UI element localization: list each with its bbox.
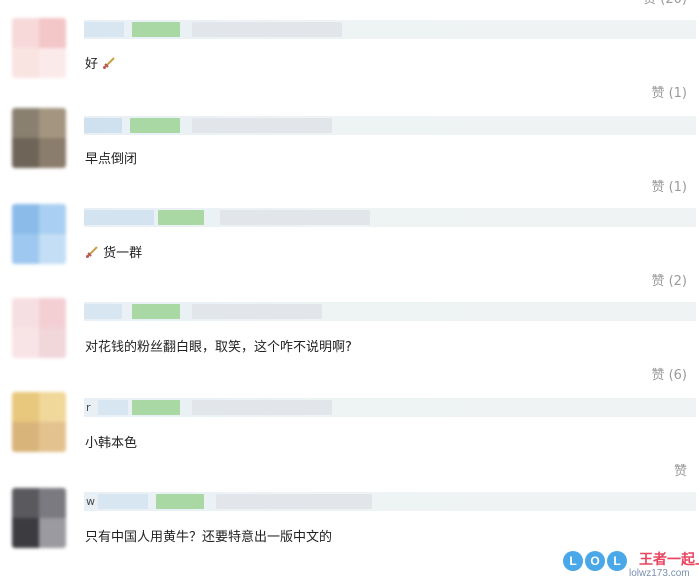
avatar[interactable]: [12, 488, 66, 548]
watermark-letter: O: [585, 551, 605, 571]
username-initial: w: [86, 495, 95, 508]
like-button[interactable]: 赞 (1): [651, 85, 687, 103]
top-like-count[interactable]: 赞 (20): [643, 0, 687, 9]
username-blurred[interactable]: [84, 20, 696, 39]
comment-text: 只有中国人用黄牛？还要特意出一版中文的: [85, 530, 333, 545]
sword-icon: [86, 246, 98, 258]
username-blurred[interactable]: r: [84, 398, 696, 417]
sword-icon: [103, 57, 115, 69]
avatar[interactable]: [12, 392, 66, 452]
username-initial: r: [86, 401, 91, 414]
comment-text: 小韩本色: [85, 436, 138, 451]
like-button[interactable]: 赞 (2): [651, 273, 687, 291]
watermark-url: lolwz173.com: [629, 568, 690, 579]
username-blurred[interactable]: [84, 302, 696, 321]
username-blurred[interactable]: [84, 208, 696, 227]
watermark-letter: L: [563, 551, 583, 571]
like-button[interactable]: 赞 (6): [651, 367, 687, 385]
watermark-title: 王者一起上: [639, 552, 699, 568]
avatar[interactable]: [12, 298, 66, 358]
site-watermark: L O L 王者一起上 lolwz173.com: [563, 547, 699, 581]
watermark-letter: L: [607, 551, 627, 571]
avatar[interactable]: [12, 18, 66, 78]
comment-text: 早点倒闭: [85, 152, 138, 167]
comment-text: 对花钱的粉丝翻白眼，取笑，这个咋不说明啊?: [85, 340, 352, 355]
comment-item: r 小韩本色 赞: [0, 390, 699, 484]
avatar[interactable]: [12, 204, 66, 264]
like-button[interactable]: 赞 (1): [651, 179, 687, 197]
comment-item: 好 赞 (1): [0, 14, 699, 108]
comment-item: 货一群 赞 (2): [0, 202, 699, 296]
username-blurred[interactable]: w: [84, 492, 696, 511]
comment-item: 早点倒闭 赞 (1): [0, 108, 699, 202]
avatar[interactable]: [12, 108, 66, 168]
comment-text: 货一群: [85, 245, 142, 263]
username-blurred[interactable]: [84, 116, 696, 135]
comment-item: 对花钱的粉丝翻白眼，取笑，这个咋不说明啊? 赞 (6): [0, 296, 699, 390]
like-button[interactable]: 赞: [674, 463, 687, 481]
comment-text: 好: [85, 56, 116, 74]
